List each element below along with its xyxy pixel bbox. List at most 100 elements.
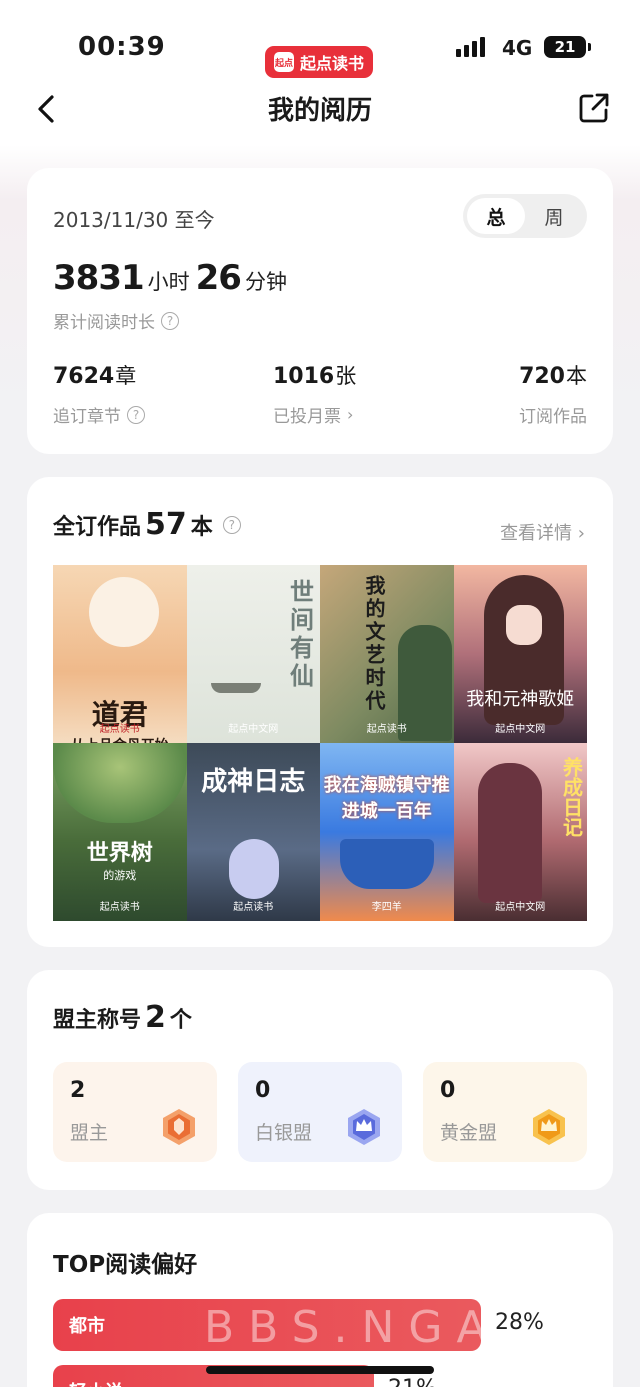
gold-badge-icon <box>533 1109 565 1145</box>
app-indicator: 起点 起点读书 <box>265 46 373 78</box>
minutes-unit: 分钟 <box>244 270 287 294</box>
page-title: 我的阅历 <box>267 96 372 126</box>
hours-unit: 小时 <box>147 270 190 294</box>
stat-value: 7624 <box>53 364 115 389</box>
total-label: 累计阅读时长 <box>53 313 155 333</box>
cover-art <box>505 605 542 645</box>
share-icon[interactable] <box>578 92 610 124</box>
stat-chapters: 7624章 追订章节? <box>53 360 145 427</box>
watermark: BBS.NGA <box>204 1302 501 1353</box>
book-cover[interactable]: 我和元神歌姬 起点中文网 <box>453 565 587 743</box>
preference-percent: 21% <box>388 1376 437 1387</box>
stat-subscribed-works: 720本 订阅作品 <box>519 360 587 427</box>
cover-title: 养成日记 <box>559 757 584 837</box>
stat-label: 已投月票 <box>273 407 341 427</box>
stat-label: 追订章节 <box>53 407 121 427</box>
cover-art <box>89 577 159 647</box>
home-indicator <box>206 1366 434 1374</box>
cover-subtitle: 从上品金丹开始 <box>53 735 187 743</box>
stat-unit: 本 <box>566 364 587 388</box>
cover-art <box>53 743 187 823</box>
section-heading: 全订作品 57 本 ? <box>53 507 241 542</box>
nav-bar: 我的阅历 <box>0 80 640 140</box>
total-label-row: 累计阅读时长 ? <box>53 308 179 333</box>
cover-subtitle: 的游戏 <box>103 869 137 882</box>
cover-art <box>340 839 434 889</box>
stat-value: 720 <box>519 364 565 389</box>
stat-unit: 章 <box>115 364 137 388</box>
status-bar: 00:39 起点 起点读书 4G 21 <box>0 0 640 80</box>
cover-title: 我在海贼镇守推进城一百年 <box>323 775 450 822</box>
book-cover[interactable]: 我在海贼镇守推进城一百年 李四羊 <box>320 743 454 921</box>
title-label: 白银盟 <box>255 1122 313 1144</box>
section-unit: 本 <box>190 515 213 540</box>
network-type: 4G <box>502 36 533 60</box>
reading-stats-card: 2013/11/30 至今 总 周 3831 小时 26 分钟 累计阅读时长 ?… <box>27 168 613 454</box>
cover-publisher: 起点读书 <box>99 724 140 735</box>
section-title: TOP阅读偏好 <box>53 1252 198 1278</box>
title-box-leader[interactable]: 2 盟主 <box>53 1062 217 1162</box>
section-title: 盟主称号 <box>53 1008 142 1033</box>
book-cover[interactable]: 养成日记 起点中文网 <box>453 743 587 921</box>
help-icon[interactable]: ? <box>161 311 179 330</box>
section-unit: 个 <box>169 1008 192 1033</box>
date-range: 2013/11/30 至今 <box>53 208 215 232</box>
cover-title: 世间有仙 <box>285 579 315 691</box>
cover-art <box>210 683 261 693</box>
book-cover[interactable]: 世间有仙 起点中文网 <box>186 565 320 743</box>
cover-publisher: 起点读书 <box>233 902 274 913</box>
toggle-total[interactable]: 总 <box>467 198 525 234</box>
book-cover[interactable]: 道君 从上品金丹开始 起点读书 <box>53 565 187 743</box>
app-name: 起点读书 <box>299 54 364 73</box>
cover-title: 我和元神歌姬 <box>466 689 575 710</box>
title-count: 2 <box>70 1078 86 1103</box>
section-title: 全订作品 <box>53 515 142 540</box>
chevron-right-icon: › <box>347 405 354 424</box>
stat-unit: 张 <box>335 364 357 388</box>
cover-art <box>228 839 279 899</box>
top-preferences-card: TOP阅读偏好 都市 28% 轻小说 21% <box>27 1213 613 1387</box>
title-label: 盟主 <box>70 1122 109 1144</box>
cover-publisher: 起点读书 <box>366 724 407 735</box>
alliance-titles-card: 盟主称号 2 个 2 盟主 0 白银盟 0 黄金盟 <box>27 970 613 1190</box>
cover-publisher: 起点中文网 <box>495 902 546 913</box>
signal-icon <box>456 37 485 57</box>
full-subscribed-card: 全订作品 57 本 ? 查看详情 › 道君 从上品金丹开始 起点读书 世间有仙 … <box>27 477 613 947</box>
section-count: 2 <box>145 1000 166 1035</box>
total-reading-time: 3831 小时 26 分钟 <box>53 258 293 298</box>
total-hours: 3831 <box>53 258 145 298</box>
title-box-gold[interactable]: 0 黄金盟 <box>423 1062 587 1162</box>
stat-value: 1016 <box>273 364 335 389</box>
cover-art <box>477 763 542 903</box>
cover-title: 成神日志 <box>201 767 306 797</box>
stat-label: 订阅作品 <box>519 407 587 427</box>
silver-badge-icon <box>348 1109 380 1145</box>
cover-publisher: 起点中文网 <box>495 724 546 735</box>
title-label: 黄金盟 <box>440 1122 498 1144</box>
title-box-silver[interactable]: 0 白银盟 <box>238 1062 402 1162</box>
chevron-right-icon: › <box>577 523 585 544</box>
bronze-badge-icon <box>163 1109 195 1145</box>
toggle-week[interactable]: 周 <box>525 198 583 234</box>
help-icon[interactable]: ? <box>127 405 145 424</box>
cover-publisher: 起点中文网 <box>228 724 279 735</box>
view-details-label: 查看详情 <box>500 523 573 544</box>
view-details-link[interactable]: 查看详情 › <box>500 519 585 545</box>
book-cover[interactable]: 我的文艺时代 起点读书 <box>320 565 454 743</box>
cover-publisher: 李四羊 <box>371 902 402 913</box>
help-icon[interactable]: ? <box>222 515 241 534</box>
title-count: 0 <box>255 1078 271 1103</box>
book-cover[interactable]: 世界树 的游戏 起点读书 <box>53 743 187 921</box>
cover-publisher: 起点读书 <box>99 902 140 913</box>
cover-grid: 道君 从上品金丹开始 起点读书 世间有仙 起点中文网 我的文艺时代 起点读书 我… <box>53 565 587 921</box>
app-logo-icon: 起点 <box>273 52 294 72</box>
status-time: 00:39 <box>78 32 166 62</box>
preference-label: 都市 <box>69 1316 105 1337</box>
preference-label: 轻小说 <box>69 1378 123 1387</box>
battery-icon: 21 <box>544 36 591 58</box>
section-count: 57 <box>145 507 187 542</box>
section-heading: 盟主称号 2 个 <box>53 1000 192 1035</box>
book-cover[interactable]: 成神日志 起点读书 <box>186 743 320 921</box>
stat-monthly-tickets[interactable]: 1016张 已投月票 › <box>273 360 356 427</box>
period-toggle: 总 周 <box>463 194 587 238</box>
